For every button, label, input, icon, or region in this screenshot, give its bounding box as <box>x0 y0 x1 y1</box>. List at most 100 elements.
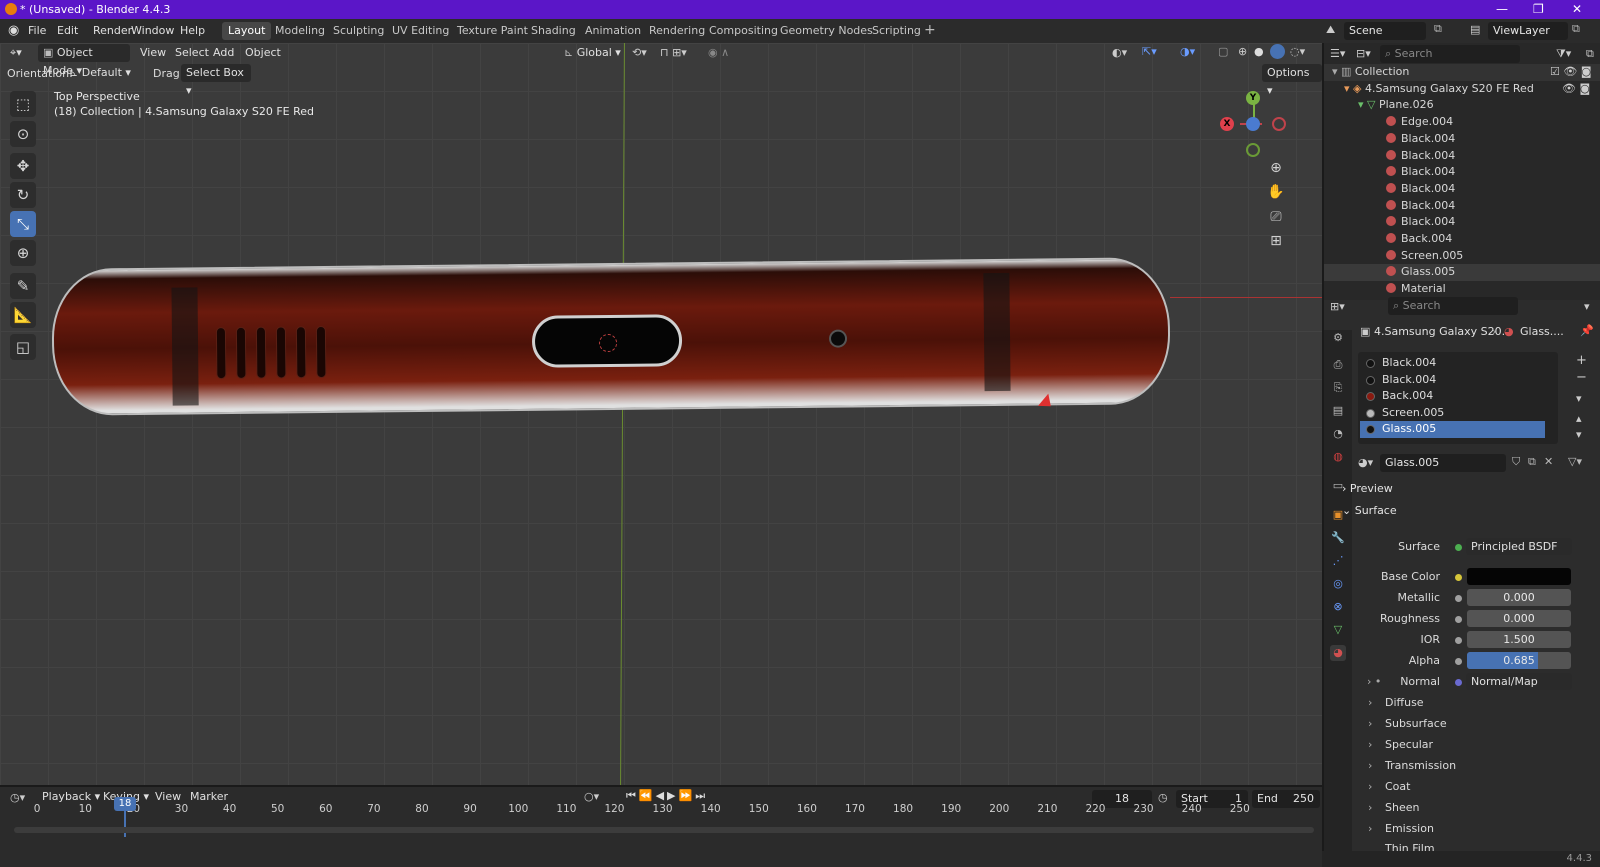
material-slot-active[interactable]: Glass.005 <box>1360 421 1545 438</box>
outliner-row[interactable]: Screen.005 <box>1324 248 1600 265</box>
overlay-toggle-icon[interactable]: ◑▾ <box>1180 45 1195 58</box>
auto-keying-icon[interactable]: ○▾ <box>584 790 599 803</box>
blender-menu-icon[interactable]: ◉ <box>8 23 19 38</box>
outliner-row[interactable]: Black.004 <box>1324 181 1600 198</box>
properties-search-input[interactable]: ⌕ Search <box>1388 297 1518 315</box>
sheen-subpanel[interactable]: Sheen <box>1385 801 1419 814</box>
menu-render[interactable]: Render <box>93 24 132 37</box>
outliner-row[interactable]: Black.004 <box>1324 164 1600 181</box>
surface-shader-select[interactable]: Principled BSDF <box>1466 538 1572 555</box>
orientation-select[interactable]: ⊾ Default ▾ <box>64 64 144 82</box>
zoom-icon[interactable]: ⊕ <box>1265 157 1287 179</box>
outliner-row[interactable]: Black.004 <box>1324 198 1600 215</box>
material-link-icon[interactable]: ▽▾ <box>1568 455 1582 468</box>
playback-menu[interactable]: Playback ▾ <box>37 788 105 806</box>
material-slot[interactable]: Black.004 <box>1360 372 1545 389</box>
pivot-icon[interactable]: ⟲▾ <box>632 46 647 59</box>
display-mode-icon[interactable]: ⊟▾ <box>1356 47 1371 60</box>
menu-edit[interactable]: Edit <box>57 24 78 37</box>
gizmo-toggle-icon[interactable]: ⇱▾ <box>1142 45 1157 58</box>
unlink-material-icon[interactable]: ✕ <box>1544 455 1553 468</box>
tool-tab-icon[interactable]: ⚙ <box>1330 330 1346 346</box>
tab-modeling[interactable]: Modeling <box>269 22 331 40</box>
tab-geometry-nodes[interactable]: Geometry Nodes <box>774 22 879 40</box>
maximize-button[interactable]: ❐ <box>1533 2 1544 16</box>
filter-icon[interactable]: ⧩▾ <box>1556 47 1571 61</box>
gizmo-neg-y-axis[interactable] <box>1246 143 1260 157</box>
tab-rendering[interactable]: Rendering <box>643 22 711 40</box>
phone-model[interactable] <box>51 257 1171 416</box>
options-button[interactable]: Options ▾ <box>1262 64 1322 97</box>
pin-icon[interactable]: 📌 <box>1580 324 1594 337</box>
material-slot[interactable]: Black.004 <box>1360 355 1545 372</box>
material-slot[interactable]: Back.004 <box>1360 388 1545 405</box>
menu-object[interactable]: Object <box>240 44 286 62</box>
scale-tool[interactable]: ⤡ <box>10 211 36 237</box>
material-slot[interactable]: Screen.005 <box>1360 405 1545 422</box>
gizmo-y-axis[interactable]: Y <box>1246 91 1260 105</box>
rotate-tool[interactable]: ↻ <box>10 182 36 208</box>
render-tab-icon[interactable]: ⎙ <box>1330 357 1346 373</box>
emission-subpanel[interactable]: Emission <box>1385 822 1434 835</box>
close-button[interactable]: ✕ <box>1572 2 1582 16</box>
outliner-row[interactable]: ▾ ◈ 4.Samsung Galaxy S20 FE Red 👁 ◙ <box>1324 81 1600 98</box>
view-layer-field[interactable]: ViewLayer <box>1488 22 1568 40</box>
roughness-field[interactable]: 0.000 <box>1467 610 1571 627</box>
end-frame-field[interactable]: End 250 <box>1252 790 1320 808</box>
visibility-icon[interactable]: ◐▾ <box>1112 46 1127 59</box>
add-workspace-icon[interactable]: + <box>924 22 936 38</box>
fake-user-icon[interactable]: ⛉ <box>1512 455 1520 469</box>
outliner-row[interactable]: ▾ ▥ Collection ☑ 👁 ◙ <box>1324 64 1600 81</box>
transform-orientation-select[interactable]: ⊾ Global ▾ <box>559 44 626 62</box>
diffuse-subpanel[interactable]: Diffuse <box>1385 696 1424 709</box>
scene-field[interactable]: Scene <box>1344 22 1426 40</box>
playback-controls[interactable]: ⏮⏪◀▶⏩⏭ <box>626 789 708 803</box>
outliner-row[interactable]: Black.004 <box>1324 148 1600 165</box>
measure-tool[interactable]: 📐 <box>10 302 36 328</box>
menu-add[interactable]: Add <box>208 44 239 62</box>
output-tab-icon[interactable]: ⎘ <box>1330 380 1346 396</box>
scene-tab-icon[interactable]: ◔ <box>1330 426 1346 442</box>
normal-input-select[interactable]: Normal/Map <box>1466 673 1572 690</box>
remove-slot-icon[interactable]: − <box>1576 370 1587 385</box>
menu-window[interactable]: Window <box>131 24 174 37</box>
playhead-label[interactable]: 18 <box>114 797 136 811</box>
pan-hand-icon[interactable]: ✋ <box>1265 181 1287 203</box>
drag-select[interactable]: Select Box ▾ <box>181 64 251 97</box>
tab-sculpting[interactable]: Sculpting <box>327 22 390 40</box>
solid-shading-icon[interactable]: ● <box>1254 45 1264 58</box>
new-collection-icon[interactable]: ⧉ <box>1586 47 1594 61</box>
move-tool[interactable]: ✥ <box>10 153 36 179</box>
base-color-swatch[interactable] <box>1467 568 1571 585</box>
camera-view-icon[interactable]: ⎚ <box>1265 206 1287 228</box>
new-view-layer-icon[interactable]: ⧉ <box>1572 22 1580 36</box>
add-slot-icon[interactable]: + <box>1576 353 1587 368</box>
menu-help[interactable]: Help <box>180 24 205 37</box>
properties-options-icon[interactable]: ▾ <box>1584 300 1590 313</box>
outliner-row[interactable]: Glass.005 <box>1324 264 1600 282</box>
view-layer-tab-icon[interactable]: ▤ <box>1330 403 1346 419</box>
metallic-field[interactable]: 0.000 <box>1467 589 1571 606</box>
timeline-scrollbar[interactable] <box>14 827 1314 833</box>
outliner-row[interactable]: Edge.004 <box>1324 114 1600 131</box>
transmission-subpanel[interactable]: Transmission <box>1385 759 1456 772</box>
cursor-tool[interactable]: ⊙ <box>10 121 36 147</box>
tab-shading[interactable]: Shading <box>525 22 582 40</box>
outliner-row[interactable]: Black.004 <box>1324 214 1600 231</box>
menu-view[interactable]: View <box>135 44 171 62</box>
timeline-editor-icon[interactable]: ◷▾ <box>10 791 25 804</box>
annotate-tool[interactable]: ✎ <box>10 273 36 299</box>
3d-viewport[interactable]: ⌖▾ ▣ Object Mode ▾ View Select Add Objec… <box>0 43 1322 785</box>
outliner-row[interactable]: ▾ ▽ Plane.026 <box>1324 97 1600 114</box>
select-box-tool[interactable]: ⬚ <box>10 91 36 117</box>
outliner-row[interactable]: Material <box>1324 281 1600 298</box>
move-slot-down-icon[interactable]: ▾ <box>1576 428 1582 441</box>
clock-icon[interactable]: ◷ <box>1158 791 1168 804</box>
properties-editor-icon[interactable]: ⊞▾ <box>1330 300 1345 313</box>
surface-panel-header[interactable]: ⌄ Surface <box>1342 504 1397 517</box>
gizmo-neg-x-axis[interactable] <box>1272 117 1286 131</box>
material-name-field[interactable]: Glass.005 <box>1380 454 1506 472</box>
outliner-row[interactable]: Black.004 <box>1324 131 1600 148</box>
xray-icon[interactable]: ▢ <box>1218 45 1228 58</box>
coat-subpanel[interactable]: Coat <box>1385 780 1410 793</box>
